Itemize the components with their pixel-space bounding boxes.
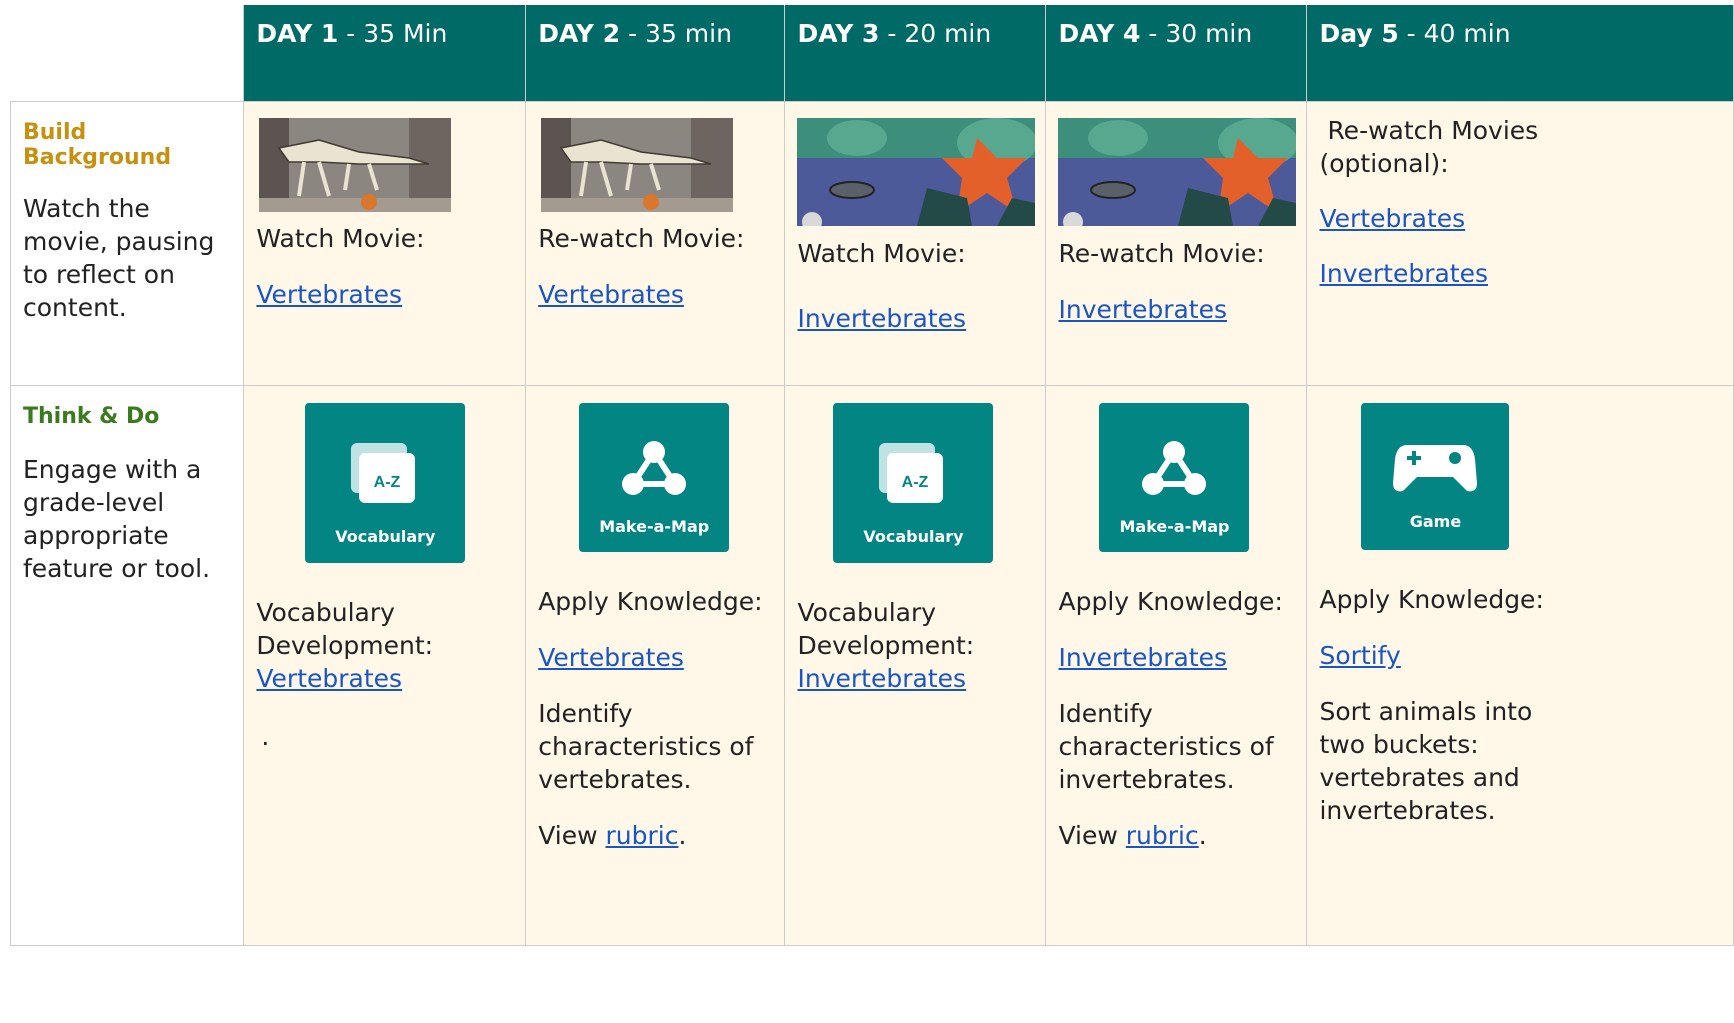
- think-day-1-text: Vocabulary Development:: [256, 598, 434, 660]
- make-a-map-tile-label: Make-a-Map: [1119, 517, 1230, 536]
- svg-text:A-Z: A-Z: [374, 474, 401, 491]
- vertebrates-link[interactable]: Vertebrates: [538, 280, 684, 309]
- vertebrates-link[interactable]: Vertebrates: [256, 664, 402, 693]
- invertebrates-movie-thumbnail[interactable]: [1058, 118, 1297, 226]
- flashcards-icon: A-Z: [879, 443, 944, 503]
- vocabulary-tool-tile[interactable]: A-Z Vocabulary: [833, 403, 994, 563]
- view-label: View: [1058, 821, 1126, 850]
- game-controller-icon: [1393, 445, 1478, 492]
- concept-map-icon: [622, 441, 687, 495]
- think-day-3-cell: A-Z Vocabulary Vocabulary Development: I…: [784, 385, 1047, 946]
- think-day-4-desc: Identify characteristics of invertebrate…: [1058, 699, 1274, 794]
- build-day-3-cell: Watch Movie: Invertebrates: [784, 101, 1047, 386]
- think-day-1-note: .: [261, 722, 270, 751]
- think-day-2-text: Apply Knowledge:: [538, 587, 763, 616]
- make-a-map-tile-label: Make-a-Map: [599, 517, 710, 536]
- vertebrates-link[interactable]: Vertebrates: [1319, 204, 1465, 233]
- invertebrates-link[interactable]: Invertebrates: [1058, 295, 1227, 324]
- svg-text:A-Z: A-Z: [902, 474, 929, 491]
- think-day-2-cell: Make-a-Map Apply Knowledge: Vertebrates …: [525, 385, 786, 946]
- sortify-link[interactable]: Sortify: [1319, 641, 1400, 670]
- day-5-header: Day 5 - 40 min: [1306, 5, 1734, 102]
- build-day-4-text: Re-watch Movie:: [1058, 239, 1265, 268]
- period: .: [678, 821, 687, 850]
- think-do-desc: Engage with a grade-level appropriate fe…: [23, 455, 211, 583]
- vocabulary-tile-label: Vocabulary: [335, 527, 436, 546]
- rubric-link[interactable]: rubric: [1126, 821, 1199, 850]
- view-label: View: [538, 821, 606, 850]
- invertebrates-link[interactable]: Invertebrates: [797, 304, 966, 333]
- day-3-header: DAY 3 - 20 min: [784, 5, 1047, 102]
- think-do-label-cell: Think & Do Engage with a grade-level app…: [9, 385, 245, 946]
- build-day-2-cell: Re-watch Movie: Vertebrates: [525, 101, 786, 386]
- think-do-row: Think & Do Engage with a grade-level app…: [9, 385, 1734, 946]
- vertebrates-movie-thumbnail[interactable]: [541, 118, 734, 212]
- game-tool-tile[interactable]: Game: [1361, 403, 1510, 550]
- rubric-link[interactable]: rubric: [605, 821, 678, 850]
- think-day-2-desc: Identify characteristics of vertebrates.: [538, 699, 754, 794]
- header-corner: [10, 5, 244, 102]
- vertebrates-link[interactable]: Vertebrates: [256, 280, 402, 309]
- think-day-5-cell: Game Apply Knowledge: Sortify Sort anima…: [1306, 385, 1734, 946]
- build-background-row: Build Background Watch the movie, pausin…: [9, 101, 1734, 386]
- build-background-title: Build Background: [23, 120, 172, 170]
- think-day-3-text: Vocabulary Development:: [797, 598, 975, 660]
- build-background-desc: Watch the movie, pausing to reflect on c…: [23, 194, 215, 322]
- make-a-map-tool-tile[interactable]: Make-a-Map: [579, 403, 730, 552]
- build-day-1-cell: Watch Movie: Vertebrates: [243, 101, 527, 386]
- vocabulary-tile-label: Vocabulary: [863, 527, 964, 546]
- build-day-5-cell: Re-watch Movies (optional): Vertebrates …: [1306, 101, 1734, 386]
- build-day-4-cell: Re-watch Movie: Invertebrates: [1045, 101, 1308, 386]
- build-day-3-text: Watch Movie:: [797, 239, 966, 268]
- invertebrates-link[interactable]: Invertebrates: [1319, 259, 1488, 288]
- build-background-label-cell: Build Background Watch the movie, pausin…: [9, 101, 245, 386]
- think-day-1-cell: A-Z Vocabulary Vocabulary Development: V…: [243, 385, 527, 946]
- invertebrates-link[interactable]: Invertebrates: [1058, 643, 1227, 672]
- game-tile-label: Game: [1409, 512, 1462, 531]
- vocabulary-tool-tile[interactable]: A-Z Vocabulary: [305, 403, 466, 563]
- build-day-2-text: Re-watch Movie:: [538, 224, 745, 253]
- header-row: DAY 1 - 35 Min DAY 2 - 35 min DAY 3 - 20…: [10, 5, 1734, 102]
- vertebrates-link[interactable]: Vertebrates: [538, 643, 684, 672]
- build-day-1-text: Watch Movie:: [256, 224, 425, 253]
- think-day-5-desc: Sort animals into two buckets: vertebrat…: [1319, 697, 1533, 825]
- day-2-header: DAY 2 - 35 min: [525, 5, 786, 102]
- think-day-5-text: Apply Knowledge:: [1319, 585, 1544, 614]
- concept-map-icon: [1142, 441, 1207, 495]
- build-day-5-text: Re-watch Movies (optional):: [1319, 116, 1547, 178]
- invertebrates-link[interactable]: Invertebrates: [797, 664, 966, 693]
- period: .: [1198, 821, 1207, 850]
- think-day-4-text: Apply Knowledge:: [1058, 587, 1283, 616]
- vertebrates-movie-thumbnail[interactable]: [259, 118, 452, 212]
- flashcards-icon: A-Z: [351, 443, 416, 503]
- think-day-4-cell: Make-a-Map Apply Knowledge: Invertebrate…: [1045, 385, 1308, 946]
- invertebrates-movie-thumbnail[interactable]: [797, 118, 1036, 226]
- day-4-header: DAY 4 - 30 min: [1045, 5, 1308, 102]
- think-do-title: Think & Do: [23, 404, 160, 429]
- day-1-header: DAY 1 - 35 Min: [243, 5, 527, 102]
- make-a-map-tool-tile[interactable]: Make-a-Map: [1099, 403, 1250, 552]
- lesson-plan-table: DAY 1 - 35 Min DAY 2 - 35 min DAY 3 - 20…: [9, 5, 1734, 946]
